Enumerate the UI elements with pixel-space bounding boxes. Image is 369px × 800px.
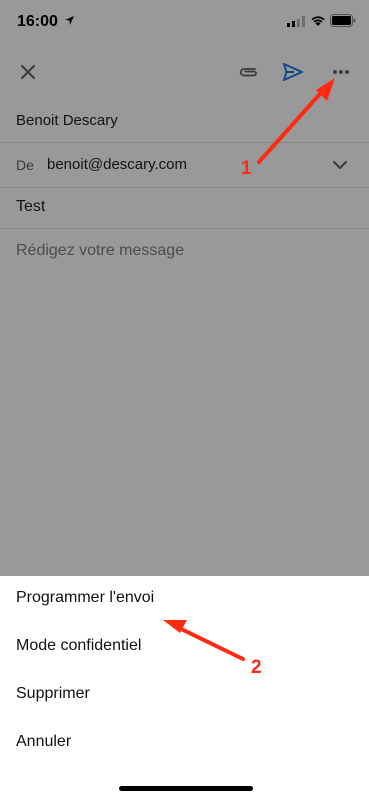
confidential-mode-option[interactable]: Mode confidentiel — [0, 624, 369, 671]
delete-label: Supprimer — [16, 685, 90, 702]
annotation-number-2: 2 — [251, 657, 262, 678]
annotation-number-1: 1 — [241, 158, 252, 179]
confidential-mode-label: Mode confidentiel — [16, 637, 142, 654]
cancel-option[interactable]: Annuler — [0, 720, 369, 767]
home-indicator[interactable] — [119, 786, 253, 791]
delete-option[interactable]: Supprimer — [0, 672, 369, 719]
schedule-send-label: Programmer l'envoi — [16, 589, 155, 606]
action-sheet: Programmer l'envoi Mode confidentiel Sup… — [0, 576, 369, 800]
cancel-label: Annuler — [16, 733, 72, 750]
schedule-send-option[interactable]: Programmer l'envoi — [0, 576, 369, 623]
